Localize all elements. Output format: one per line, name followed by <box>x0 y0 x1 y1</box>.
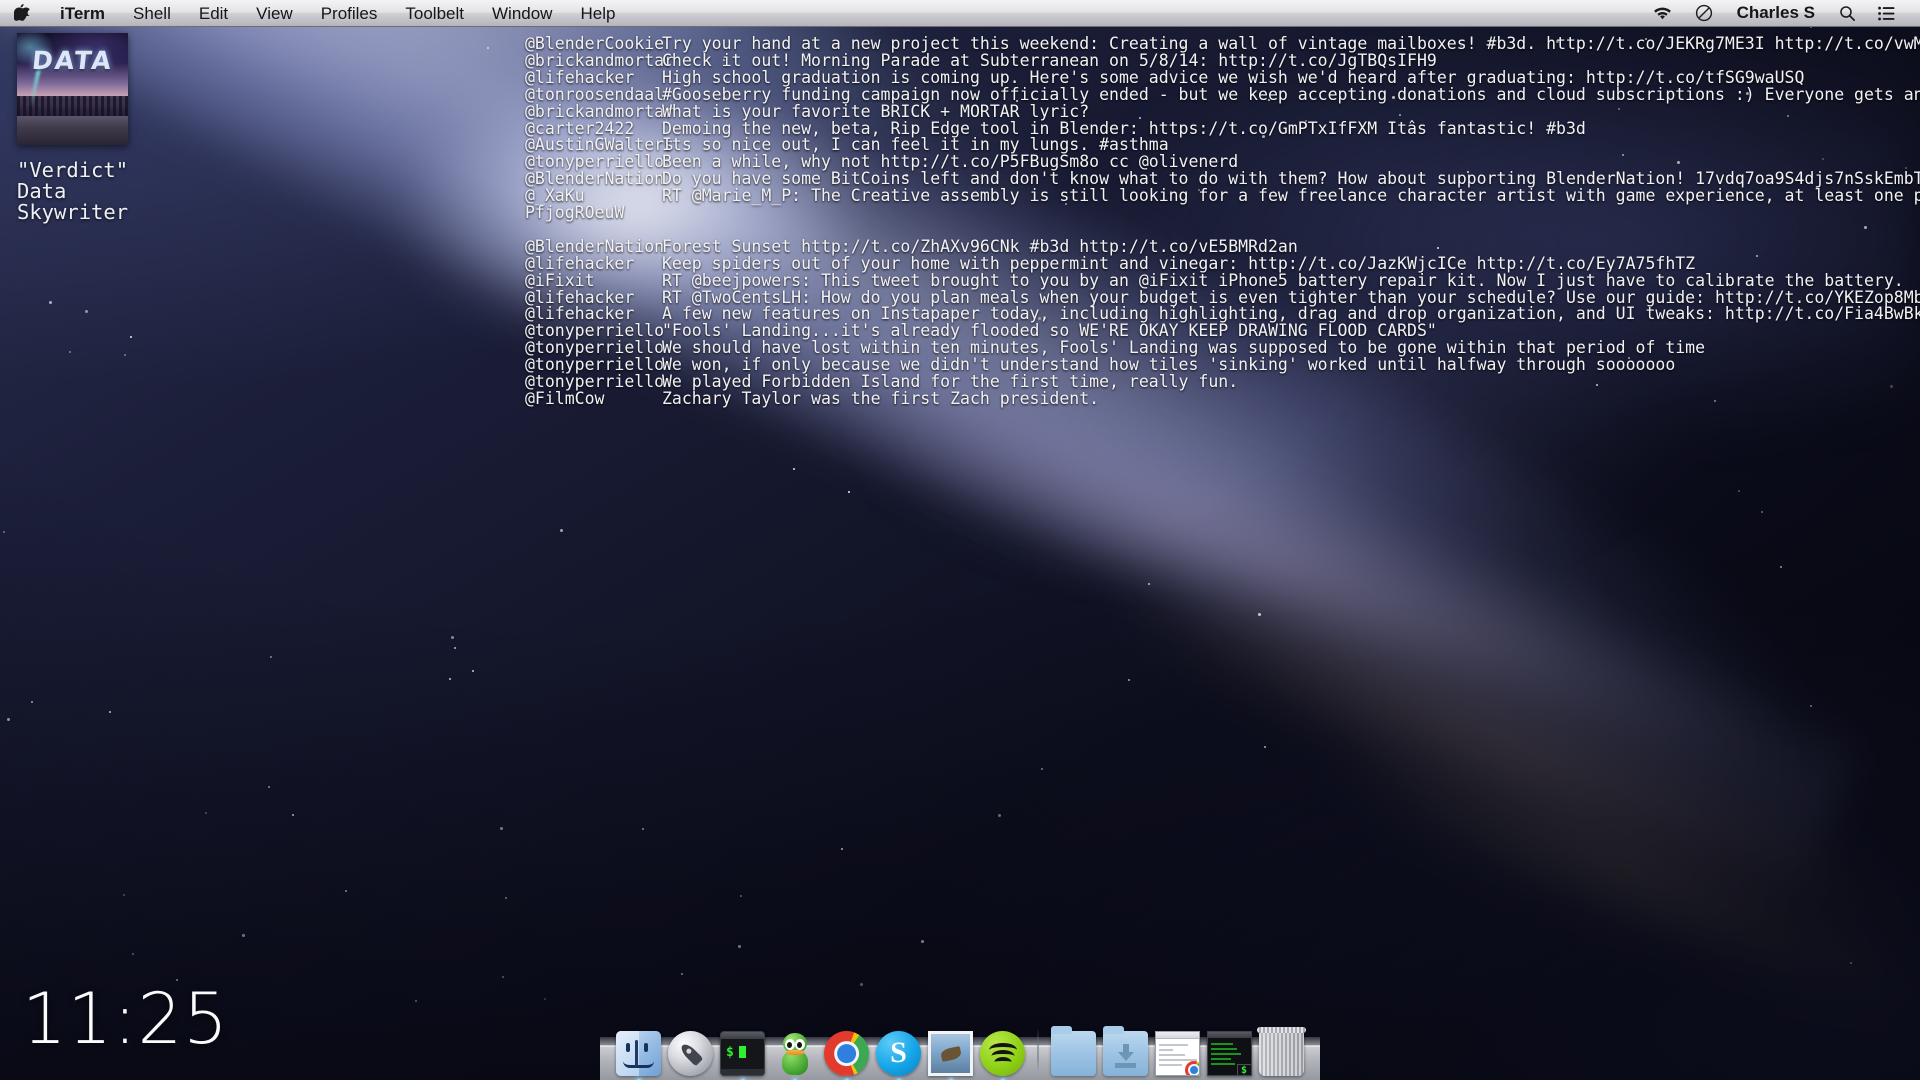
menu-bar-username[interactable]: Charles S <box>1724 3 1828 23</box>
menu-item-window[interactable]: Window <box>478 0 566 26</box>
dock-item-spotify[interactable] <box>978 1027 1027 1080</box>
dock-item-finder[interactable] <box>614 1027 663 1080</box>
duck-icon <box>772 1031 817 1076</box>
menu-item-toolbelt[interactable]: Toolbelt <box>391 0 478 26</box>
tweet-continuation: PfjogROeuW <box>525 203 625 223</box>
wifi-icon[interactable] <box>1641 5 1684 21</box>
tweet-row: @_XaKu RT @Marie_M_P: The Creative assemb… <box>525 186 1920 206</box>
dock-item-downloads-folder[interactable] <box>1101 1026 1150 1076</box>
menu-item-help[interactable]: Help <box>566 0 629 26</box>
dock-item-adium[interactable] <box>770 1027 819 1080</box>
dock-item-chrome[interactable] <box>822 1027 871 1080</box>
menu-item-iterm[interactable]: iTerm <box>46 0 119 26</box>
dock-item-minimized-terminal-window[interactable] <box>1205 1027 1254 1076</box>
now-playing-album: Skywriter <box>17 200 129 224</box>
dock: $ S <box>600 1020 1320 1080</box>
launchpad-icon <box>668 1031 713 1076</box>
album-artwork: DATA <box>17 33 128 145</box>
dock-item-trash[interactable] <box>1257 1027 1306 1076</box>
artwork-ground <box>17 115 128 145</box>
tweet-username: @brickandmortar <box>525 101 675 121</box>
dock-separator <box>1037 1028 1039 1072</box>
trash-icon <box>1257 1027 1306 1076</box>
menu-bar-status-area: Charles S <box>1641 0 1920 26</box>
skype-icon: S <box>876 1031 921 1076</box>
tweet-row: @FilmCow Zachary Taylor was the first Zac… <box>525 389 1920 409</box>
search-icon[interactable] <box>1828 5 1867 22</box>
menu-bar-left: iTerm Shell Edit View Profiles Toolbelt … <box>0 0 629 26</box>
do-not-disturb-icon[interactable] <box>1684 4 1724 22</box>
dock-item-minimized-chrome-window[interactable] <box>1153 1027 1202 1076</box>
twitter-feed-overlay: @BlenderCookieTry your hand at a new pro… <box>525 35 1920 409</box>
notification-center-icon[interactable] <box>1867 6 1906 21</box>
dock-item-launchpad[interactable] <box>666 1027 715 1076</box>
tweet-username: @FilmCow <box>525 389 605 409</box>
dock-items: $ S <box>600 1020 1320 1080</box>
artwork-title-text: DATA <box>30 46 115 76</box>
menu-item-view[interactable]: View <box>242 0 307 26</box>
minimized-window-icon <box>1155 1031 1200 1076</box>
menu-bar: iTerm Shell Edit View Profiles Toolbelt … <box>0 0 1920 27</box>
minimized-terminal-icon <box>1207 1031 1252 1076</box>
now-playing-track: "Verdict" <box>17 158 129 182</box>
mail-stamp-icon <box>928 1031 973 1076</box>
chrome-icon <box>824 1031 869 1076</box>
spotify-icon <box>980 1031 1025 1076</box>
desktop-clock: 11:25 <box>22 978 229 1060</box>
menu-item-profiles[interactable]: Profiles <box>307 0 392 26</box>
now-playing-metadata: "Verdict" Data Skywriter <box>17 160 128 223</box>
dock-item-mail[interactable] <box>926 1027 975 1080</box>
menu-item-edit[interactable]: Edit <box>185 0 242 26</box>
downloads-folder-icon <box>1103 1026 1148 1076</box>
folder-icon <box>1051 1026 1096 1076</box>
dock-item-skype[interactable]: S <box>874 1027 923 1080</box>
now-playing-artist: Data <box>17 179 67 203</box>
finder-icon <box>616 1031 661 1076</box>
terminal-icon: $ <box>720 1031 765 1076</box>
apple-logo-icon[interactable] <box>0 0 46 26</box>
dock-item-documents-folder[interactable] <box>1049 1026 1098 1076</box>
tweet-text: Zachary Taylor was the first Zach presid… <box>662 389 1100 409</box>
now-playing-widget: DATA "Verdict" Data Skywriter <box>17 33 128 223</box>
menu-item-shell[interactable]: Shell <box>119 0 185 26</box>
tweet-text: RT @Marie_M_P: The Creative assembly is … <box>662 186 1920 206</box>
dock-item-iterm[interactable]: $ <box>718 1027 767 1080</box>
